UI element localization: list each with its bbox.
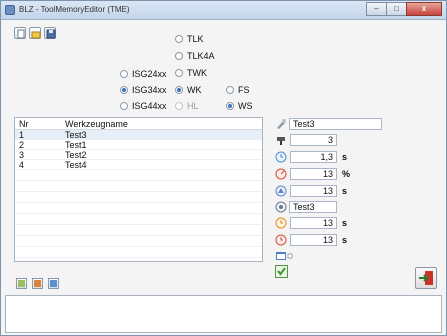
- exit-door-icon: [419, 271, 433, 285]
- gauge-red-icon: [275, 168, 287, 180]
- radio-twk[interactable]: TWK: [175, 67, 207, 79]
- new-document-icon: [17, 29, 25, 39]
- maximize-button[interactable]: □: [386, 2, 407, 16]
- empty-row: [15, 214, 262, 225]
- refresh-icon: [275, 201, 287, 213]
- unit-label: s: [342, 218, 348, 228]
- title-bar[interactable]: BLZ - ToolMemoryEditor (TME) – □ x: [1, 1, 446, 20]
- app-icon: [5, 5, 15, 15]
- value-field[interactable]: 3: [290, 134, 337, 146]
- empty-row: [15, 192, 262, 203]
- drill-icon: [277, 137, 285, 145]
- radio-isg24xx[interactable]: ISG24xx: [120, 68, 167, 80]
- table-row[interactable]: 4 Test4: [15, 160, 262, 170]
- tool-name-icon: [277, 119, 286, 129]
- empty-row: [15, 236, 262, 247]
- confirm-checkbox[interactable]: [275, 265, 288, 278]
- delete-icon: [34, 280, 41, 287]
- unit-label: s: [342, 186, 348, 196]
- empty-row: [15, 203, 262, 214]
- tool-list[interactable]: Nr Werkzeugname 1 Test3 2 Test1 3 Test2 …: [14, 117, 263, 262]
- radio-isg34xx[interactable]: ISG34xx: [120, 84, 167, 96]
- copy-icon: [50, 280, 57, 287]
- timer-icon: [275, 151, 287, 163]
- tool-name-field[interactable]: Test3: [289, 118, 382, 130]
- add-icon: [18, 280, 25, 287]
- radio-fs[interactable]: FS: [226, 84, 250, 96]
- open-folder-icon: [31, 31, 41, 39]
- pressure-icon: [275, 185, 287, 197]
- delete-tool-button[interactable]: [32, 278, 43, 289]
- radio-tlk[interactable]: TLK: [175, 33, 204, 45]
- clock-orange-icon: [275, 217, 287, 229]
- table-row[interactable]: 2 Test1: [15, 140, 262, 150]
- empty-row: [15, 258, 262, 261]
- radio-ws[interactable]: WS: [226, 100, 253, 112]
- list-header: Nr Werkzeugname: [15, 118, 262, 130]
- column-nr[interactable]: Nr: [19, 119, 29, 129]
- close-button[interactable]: x: [406, 2, 442, 16]
- add-tool-button[interactable]: [16, 278, 27, 289]
- unit-label: s: [342, 152, 348, 162]
- status-area: [5, 295, 442, 333]
- empty-row: [15, 170, 262, 181]
- unit-label: %: [342, 169, 351, 179]
- copy-tool-button[interactable]: [48, 278, 59, 289]
- save-button[interactable]: [44, 27, 56, 39]
- empty-row: [15, 225, 262, 236]
- radio-wk[interactable]: WK: [175, 84, 202, 96]
- radio-isg44xx[interactable]: ISG44xx: [120, 100, 167, 112]
- column-werkzeugname[interactable]: Werkzeugname: [65, 119, 128, 129]
- exit-button[interactable]: [415, 267, 437, 289]
- empty-row: [15, 181, 262, 192]
- clock-red-icon: [275, 234, 287, 246]
- radio-tlk4a[interactable]: TLK4A: [175, 50, 215, 62]
- table-row[interactable]: 3 Test2: [15, 150, 262, 160]
- radio-hl: HL: [175, 100, 199, 112]
- unit-label: s: [342, 235, 348, 245]
- percent-field[interactable]: 13: [290, 168, 337, 180]
- open-button[interactable]: [29, 27, 41, 39]
- save-disk-icon: [46, 29, 56, 39]
- time-field[interactable]: 1,3: [290, 151, 337, 163]
- new-button[interactable]: [14, 27, 26, 39]
- time-field[interactable]: 13: [290, 234, 337, 246]
- checkmark-icon: [277, 267, 286, 276]
- window-title: BLZ - ToolMemoryEditor (TME): [19, 5, 130, 14]
- calendar-toggle-icon[interactable]: [275, 250, 293, 262]
- empty-row: [15, 247, 262, 258]
- time-field[interactable]: 13: [290, 185, 337, 197]
- minimize-button[interactable]: –: [366, 2, 387, 16]
- app-window: BLZ - ToolMemoryEditor (TME) – □ x ISG24…: [0, 0, 447, 336]
- name-field[interactable]: Test3: [289, 201, 337, 213]
- time-field[interactable]: 13: [290, 217, 337, 229]
- table-row[interactable]: 1 Test3: [15, 130, 262, 140]
